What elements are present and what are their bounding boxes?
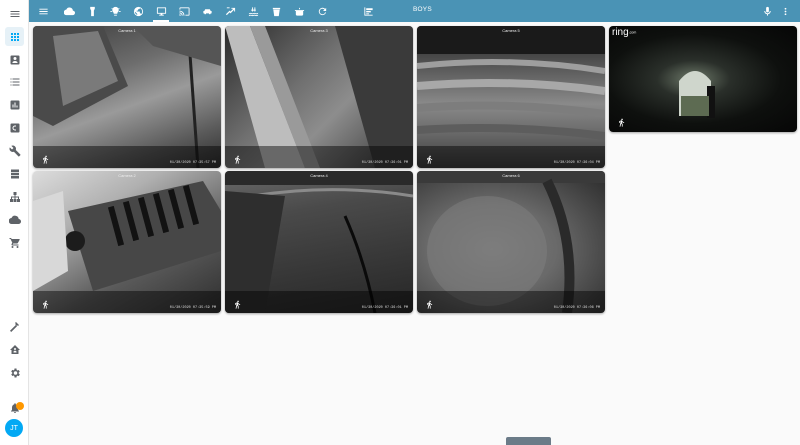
sidebar-item-hacs[interactable]	[5, 118, 24, 137]
tab-kitchen[interactable]	[291, 3, 307, 19]
light-strip-icon	[89, 6, 95, 16]
more-vert-icon	[784, 7, 786, 15]
camera-title: Camera 4	[310, 173, 328, 178]
tab-light-strip[interactable]	[84, 3, 100, 19]
hacs-icon	[10, 123, 19, 132]
overview-icon	[10, 32, 19, 41]
home-assistant-icon	[9, 344, 20, 354]
camera-card[interactable]: Camera 3 01/30/2020 07:36:01 PM	[225, 26, 413, 168]
lightbulb-icon	[109, 6, 121, 16]
camera-timestamp: 01/30/2020 07:35:57 PM	[169, 161, 216, 165]
camera-title: Camera 2	[118, 173, 136, 178]
tab-cameras[interactable]	[153, 3, 169, 22]
tab-weather[interactable]	[61, 3, 77, 19]
sidebar-toggle-menu-icon[interactable]	[5, 4, 24, 23]
sidebar-item-cloud[interactable]	[5, 210, 24, 229]
notification-badge	[16, 402, 24, 410]
monitor-icon	[156, 6, 166, 16]
sidebar-item-logbook[interactable]	[5, 72, 24, 91]
plant-icon	[225, 6, 235, 15]
sidebar-item-history[interactable]	[5, 95, 24, 114]
motion-icon	[41, 152, 50, 164]
hammer-icon	[9, 321, 19, 332]
tab-refresh[interactable]	[314, 3, 330, 19]
pot-icon	[294, 7, 304, 16]
avatar-initials: JT	[10, 424, 18, 432]
ring-camera-feed	[679, 71, 715, 118]
camera-title: Camera 6	[502, 173, 520, 178]
voice-command-button[interactable]	[759, 3, 775, 19]
motion-icon	[233, 152, 242, 164]
history-icon	[10, 100, 19, 109]
sidebar-item-overview[interactable]	[5, 27, 24, 46]
weather-cloud-icon	[63, 7, 75, 15]
sidebar-item-shopping-list[interactable]	[5, 233, 24, 252]
motion-icon	[617, 115, 626, 127]
camera-title: Camera 1	[118, 28, 136, 33]
top-toolbar: BOYS	[29, 0, 800, 22]
camera-timestamp: 01/30/2020 07:36:01 PM	[361, 306, 408, 310]
motion-icon	[233, 297, 242, 309]
tab-car[interactable]	[199, 3, 215, 19]
cast-icon	[178, 6, 190, 16]
tab-boys[interactable]	[360, 3, 376, 19]
more-options-button[interactable]	[777, 3, 793, 19]
tab-trash[interactable]	[268, 3, 284, 19]
trash-can-icon	[272, 7, 280, 16]
tab-garden[interactable]	[222, 3, 238, 19]
tab-lights[interactable]	[107, 3, 123, 19]
car-icon	[202, 8, 212, 14]
camera-title: Camera 5	[502, 28, 520, 33]
menu-icon	[38, 8, 48, 14]
app-root: JT BOYS Camera 1 01/30/2020 07:35:57 PM …	[0, 0, 800, 445]
ring-logo: ring.com	[612, 27, 637, 38]
globe-icon	[133, 6, 143, 16]
camera-timestamp: 01/30/2020 07:35:59 PM	[169, 306, 216, 310]
map-icon	[10, 55, 19, 64]
camera-title: Camera 3	[310, 28, 328, 33]
sitemap-icon	[9, 191, 20, 202]
motion-icon	[425, 297, 434, 309]
sidebar-item-sitemap[interactable]	[5, 187, 24, 206]
view-dashboard-icon	[363, 6, 373, 16]
wrench-icon	[8, 145, 20, 156]
sidebar-item-map[interactable]	[5, 50, 24, 69]
pool-icon	[248, 6, 258, 16]
camera-timestamp: 01/30/2020 07:36:06 PM	[553, 306, 600, 310]
camera-card[interactable]: Camera 4 01/30/2020 07:36:01 PM	[225, 171, 413, 313]
sidebar-item-developer-tools[interactable]	[5, 141, 24, 160]
motion-icon	[41, 297, 50, 309]
microphone-icon	[763, 6, 771, 16]
camera-card[interactable]: Camera 1 01/30/2020 07:35:57 PM	[33, 26, 221, 168]
cloud-icon	[8, 215, 21, 224]
tab-globe[interactable]	[130, 3, 146, 19]
ring-doorbell-card[interactable]: ring.com	[609, 26, 797, 132]
sidebar-item-developer[interactable]	[5, 317, 24, 336]
refresh-icon	[318, 7, 326, 15]
logbook-icon	[10, 78, 19, 85]
menu-button[interactable]	[35, 3, 51, 19]
camera-timestamp: 01/30/2020 07:36:04 PM	[553, 161, 600, 165]
sidebar: JT	[0, 0, 29, 445]
bottom-taskbar-thumbnail[interactable]	[506, 437, 551, 445]
sidebar-item-home-assistant[interactable]	[5, 340, 24, 359]
camera-card[interactable]: Camera 6 01/30/2020 07:36:06 PM	[417, 171, 605, 313]
tab-pool[interactable]	[245, 3, 261, 19]
camera-card[interactable]: Camera 5 01/30/2020 07:36:04 PM	[417, 26, 605, 168]
motion-icon	[425, 152, 434, 164]
server-icon	[10, 169, 19, 178]
settings-icon	[10, 368, 20, 377]
cart-icon	[9, 237, 20, 248]
sidebar-item-settings[interactable]	[5, 363, 24, 382]
tab-cast[interactable]	[176, 3, 192, 19]
avatar[interactable]: JT	[5, 419, 23, 437]
view-title: BOYS	[413, 6, 432, 13]
camera-card[interactable]: Camera 2 01/30/2020 07:35:59 PM	[33, 171, 221, 313]
camera-timestamp: 01/30/2020 07:36:01 PM	[361, 161, 408, 165]
sidebar-item-server[interactable]	[5, 164, 24, 183]
